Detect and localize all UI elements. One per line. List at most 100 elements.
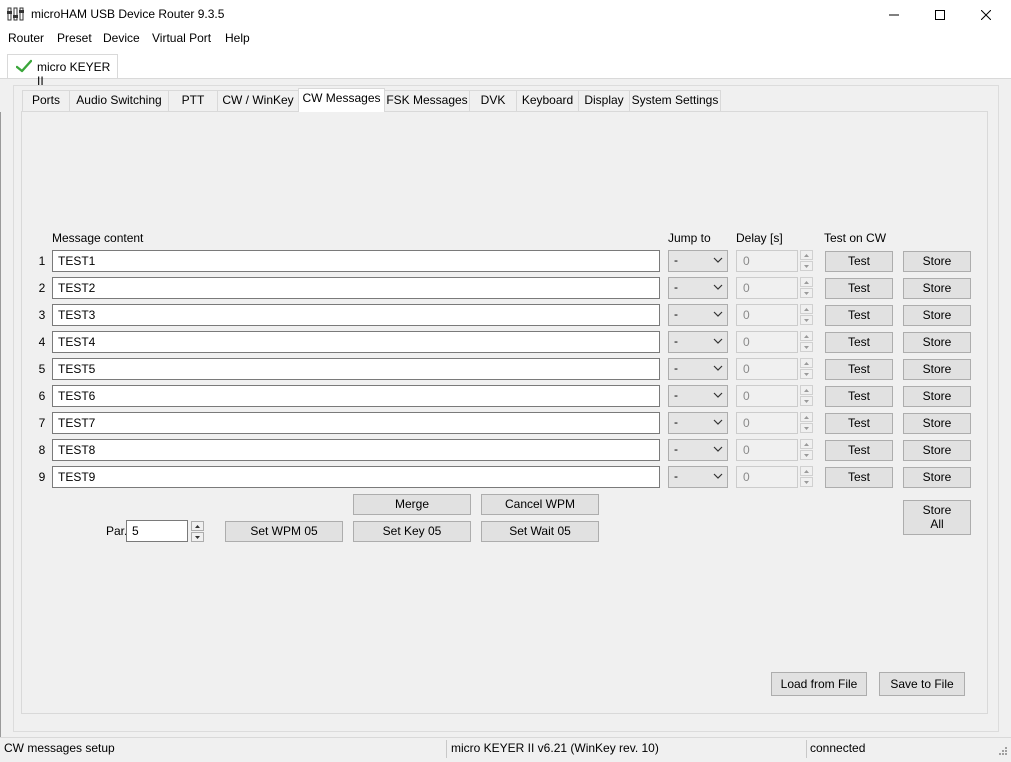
spin-down-icon[interactable] [800,315,813,325]
spin-down-icon[interactable] [800,261,813,271]
menu-virtual-port[interactable]: Virtual Port [152,31,211,45]
jump-to-select[interactable]: - [668,412,728,434]
test-button[interactable]: Test [825,467,893,488]
load-from-file-button[interactable]: Load from File [771,672,867,696]
test-button[interactable]: Test [825,305,893,326]
delay-spinner[interactable] [800,412,813,434]
jump-to-select[interactable]: - [668,466,728,488]
delay-spinner[interactable] [800,358,813,380]
delay-spinner[interactable] [800,250,813,272]
message-content-input[interactable]: TEST8 [52,439,660,461]
tab-display[interactable]: Display [578,90,630,111]
store-button[interactable]: Store [903,278,971,299]
test-button[interactable]: Test [825,251,893,272]
tab-keyboard[interactable]: Keyboard [516,90,579,111]
tab-ptt[interactable]: PTT [168,90,218,111]
test-button[interactable]: Test [825,359,893,380]
menu-help[interactable]: Help [225,31,250,45]
spin-up-icon[interactable] [800,439,813,449]
tab-system-settings[interactable]: System Settings [629,90,721,111]
tab-ports[interactable]: Ports [22,90,70,111]
menu-device[interactable]: Device [103,31,140,45]
message-content-input[interactable]: TEST4 [52,331,660,353]
set-key-button[interactable]: Set Key 05 [353,521,471,542]
delay-input[interactable]: 0 [736,439,798,461]
jump-to-select[interactable]: - [668,304,728,326]
message-content-input[interactable]: TEST9 [52,466,660,488]
spin-down-icon[interactable] [800,288,813,298]
resize-grip-icon[interactable] [996,746,1008,758]
store-all-button[interactable]: Store All [903,500,971,535]
jump-to-select[interactable]: - [668,277,728,299]
store-button[interactable]: Store [903,386,971,407]
delay-input[interactable]: 0 [736,331,798,353]
spin-up-icon[interactable] [800,277,813,287]
tab-cw-winkey[interactable]: CW / WinKey [217,90,299,111]
spin-up-icon[interactable] [800,331,813,341]
set-wpm-button[interactable]: Set WPM 05 [225,521,343,542]
spin-up-icon[interactable] [800,304,813,314]
close-button[interactable] [963,0,1009,29]
delay-input[interactable]: 0 [736,304,798,326]
store-button[interactable]: Store [903,251,971,272]
tab-cw-messages[interactable]: CW Messages [298,88,385,112]
spin-down-icon[interactable] [800,342,813,352]
tab-fsk-messages[interactable]: FSK Messages [384,90,470,111]
spin-up-icon[interactable] [800,385,813,395]
device-tab[interactable]: micro KEYER II [7,54,118,88]
delay-input[interactable]: 0 [736,466,798,488]
jump-to-select[interactable]: - [668,439,728,461]
message-content-input[interactable]: TEST3 [52,304,660,326]
spin-up-icon[interactable] [800,358,813,368]
store-button[interactable]: Store [903,467,971,488]
merge-button[interactable]: Merge [353,494,471,515]
minimize-button[interactable] [871,0,917,29]
maximize-button[interactable] [917,0,963,29]
store-button[interactable]: Store [903,305,971,326]
jump-to-select[interactable]: - [668,331,728,353]
set-wait-button[interactable]: Set Wait 05 [481,521,599,542]
spin-down-icon[interactable] [800,369,813,379]
spin-down-icon[interactable] [800,396,813,406]
delay-spinner[interactable] [800,331,813,353]
delay-input[interactable]: 0 [736,412,798,434]
spin-up-icon[interactable] [191,521,204,531]
message-content-input[interactable]: TEST1 [52,250,660,272]
message-content-input[interactable]: TEST5 [52,358,660,380]
test-button[interactable]: Test [825,332,893,353]
spin-up-icon[interactable] [800,250,813,260]
test-button[interactable]: Test [825,413,893,434]
delay-spinner[interactable] [800,439,813,461]
menu-router[interactable]: Router [8,31,44,45]
save-to-file-button[interactable]: Save to File [879,672,965,696]
test-button[interactable]: Test [825,278,893,299]
spin-down-icon[interactable] [191,532,204,542]
spin-up-icon[interactable] [800,466,813,476]
delay-input[interactable]: 0 [736,277,798,299]
store-button[interactable]: Store [903,359,971,380]
menu-preset[interactable]: Preset [57,31,92,45]
spin-down-icon[interactable] [800,450,813,460]
store-button[interactable]: Store [903,332,971,353]
store-button[interactable]: Store [903,440,971,461]
jump-to-select[interactable]: - [668,358,728,380]
spin-down-icon[interactable] [800,477,813,487]
message-content-input[interactable]: TEST6 [52,385,660,407]
delay-spinner[interactable] [800,277,813,299]
jump-to-select[interactable]: - [668,385,728,407]
delay-input[interactable]: 0 [736,250,798,272]
delay-input[interactable]: 0 [736,385,798,407]
tab-audio-switching[interactable]: Audio Switching [69,90,169,111]
par-input[interactable]: 5 [126,520,188,542]
store-button[interactable]: Store [903,413,971,434]
par-spinner[interactable] [191,521,204,542]
message-content-input[interactable]: TEST7 [52,412,660,434]
test-button[interactable]: Test [825,386,893,407]
spin-down-icon[interactable] [800,423,813,433]
message-content-input[interactable]: TEST2 [52,277,660,299]
test-button[interactable]: Test [825,440,893,461]
delay-spinner[interactable] [800,304,813,326]
delay-spinner[interactable] [800,466,813,488]
delay-input[interactable]: 0 [736,358,798,380]
delay-spinner[interactable] [800,385,813,407]
